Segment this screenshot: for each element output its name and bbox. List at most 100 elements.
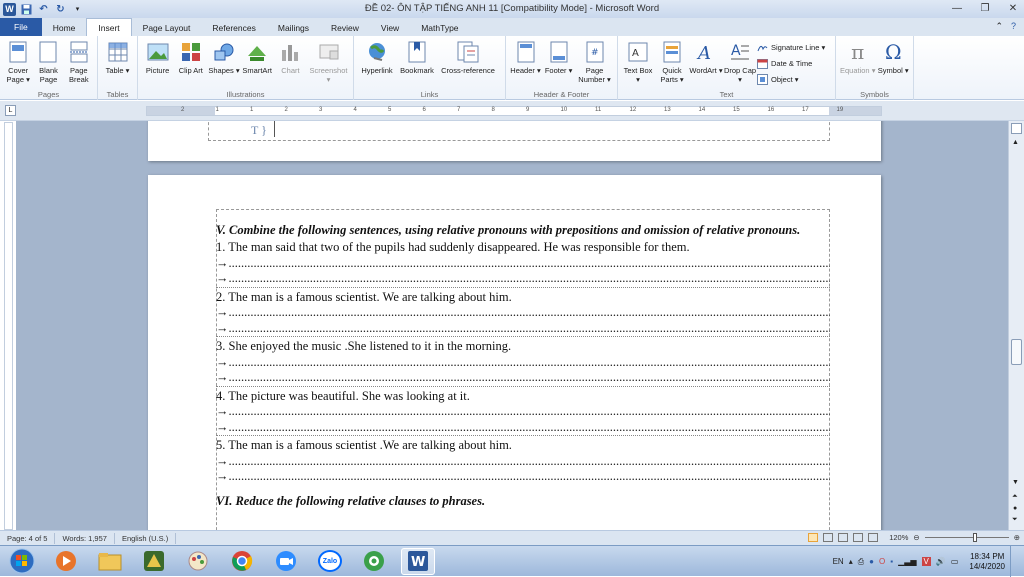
answer-line[interactable]: →.......................................… [216,370,830,386]
scroll-thumb[interactable] [1011,339,1022,365]
game-app-icon[interactable] [137,548,171,575]
coccoc-browser-icon[interactable] [357,548,391,575]
redo-icon[interactable]: ↻ [54,3,67,16]
scroll-down-icon[interactable]: ▼ [1012,479,1019,486]
network-icon[interactable]: ▁▃▅ [898,557,916,566]
answer-line[interactable]: →.......................................… [216,271,830,287]
input-language[interactable]: EN [833,557,844,566]
group-links: Hyperlink Bookmark Cross-reference Links [354,36,506,100]
help-icon[interactable]: ? [1011,21,1016,32]
answer-line[interactable]: →.......................................… [216,454,830,470]
question-text: 2. The man is a famous scientist. We are… [216,289,512,304]
object-button[interactable]: Object ▾ [757,73,825,86]
show-desktop-button[interactable] [1010,546,1018,577]
page-count[interactable]: Page: 4 of 5 [0,532,56,544]
current-page[interactable]: V. Combine the following sentences, usin… [148,175,881,530]
answer-line[interactable]: →.......................................… [216,469,830,485]
word-logo-icon[interactable]: W [3,2,16,16]
zoom-slider[interactable] [924,533,1009,542]
tray-app-icon[interactable]: ▪ [890,557,893,566]
paint-app-icon[interactable] [181,548,215,575]
zoom-out-icon[interactable]: ⊖ [913,533,919,542]
tab-home[interactable]: Home [42,20,87,36]
answer-line[interactable]: →.......................................… [216,355,830,371]
zalo-icon[interactable]: Zalo [313,548,347,575]
picture-icon [147,40,169,64]
clip-art-icon [180,40,202,64]
answer-line[interactable]: →.......................................… [216,256,830,272]
answer-line[interactable]: →.......................................… [216,305,830,321]
tab-references[interactable]: References [201,20,266,36]
previous-page[interactable]: T } [148,121,881,161]
tab-mathtype[interactable]: MathType [410,20,469,36]
hyperlink-icon [366,40,388,64]
zoom-slider-thumb[interactable] [972,533,977,542]
answer-line[interactable]: →.......................................… [216,404,830,420]
horizontal-ruler[interactable]: 2 1 1 2 3 4 5 6 7 8 9 10 11 12 13 14 15 16 17 19 [146,106,882,116]
opera-icon[interactable]: O [879,557,885,566]
vietkey-icon[interactable]: V [921,557,931,566]
web-layout-icon[interactable] [838,533,849,542]
minimize-icon[interactable]: — [950,1,964,15]
save-icon[interactable] [20,3,33,16]
battery-icon[interactable]: ▭ [951,557,959,566]
zoom-in-icon[interactable]: ⊕ [1014,533,1020,542]
tab-review[interactable]: Review [320,20,370,36]
collapse-ribbon-icon[interactable]: ⌃ [995,21,1003,32]
undo-icon[interactable]: ↶ [37,3,50,16]
volume-icon[interactable]: 🔊 [936,557,946,566]
tray-arrow-icon[interactable]: ▴ [849,557,853,566]
document-area[interactable]: T } V. Combine the following sentences, … [16,121,1008,530]
vertical-ruler[interactable] [4,122,13,530]
tab-file[interactable]: File [0,18,42,36]
full-screen-reading-icon[interactable] [823,533,834,542]
next-page-icon[interactable]: ⏷ [1012,516,1018,524]
answer-line[interactable]: →.......................................… [216,420,830,436]
drop-cap-icon: A [729,40,751,64]
previous-page-icon[interactable]: ⏶ [1012,493,1018,501]
word-taskbar-icon[interactable]: W [401,547,435,575]
signature-line-button[interactable]: Signature Line ▾ [757,41,825,54]
language[interactable]: English (U.S.) [115,532,177,544]
restore-icon[interactable]: ❐ [978,1,992,15]
word-count[interactable]: Words: 1,957 [55,532,115,544]
arrow-icon: → [216,354,229,369]
zoom-level[interactable]: 120% [889,533,908,542]
ruler-number: 5 [388,107,392,113]
vertical-scrollbar[interactable]: ▲ ▼ ⏶ ● ⏷ [1008,121,1024,530]
quick-parts-icon [661,40,683,64]
date-time-button[interactable]: Date & Time [757,57,825,70]
answer-line[interactable]: →.......................................… [216,321,830,337]
group-label-illustrations: Illustrations [226,90,265,99]
customize-qat-icon[interactable]: ▾ [71,3,84,16]
group-label-links: Links [420,90,439,99]
tab-view[interactable]: View [370,20,410,36]
taskbar: Zalo W EN ▴ ⎙ ● O ▪ ▁▃▅ V 🔊 ▭ 18:34 PM 1… [0,545,1024,577]
quick-access-toolbar: W ↶ ↻ ▾ [0,0,84,18]
tab-insert[interactable]: Insert [86,18,132,36]
question-text: 1. The man said that two of the pupils h… [216,240,690,254]
clock[interactable]: 18:34 PM 14/4/2020 [969,552,1005,572]
ruler-toggle-icon[interactable] [1011,123,1022,134]
tab-mailings[interactable]: Mailings [267,20,320,36]
printer-icon[interactable]: ⎙ [858,557,864,567]
zoom-app-icon[interactable] [269,548,303,575]
print-layout-icon[interactable] [808,533,819,542]
close-icon[interactable]: ✕ [1006,1,1020,15]
outline-icon[interactable] [853,533,864,542]
page-content[interactable]: V. Combine the following sentences, usin… [216,223,830,509]
media-player-icon[interactable] [49,548,83,575]
arrow-icon: → [216,271,229,285]
ruler-number: 1 [215,107,219,113]
select-browse-object-icon[interactable]: ● [1013,505,1017,512]
tab-selector[interactable]: L [5,105,16,116]
svg-text:A: A [632,48,639,59]
tab-page-layout[interactable]: Page Layout [132,20,202,36]
question-block: 2. The man is a famous scientist. We are… [216,286,830,337]
file-explorer-icon[interactable] [93,548,127,575]
chat-icon[interactable]: ● [869,557,874,566]
start-button[interactable] [5,548,39,575]
scroll-up-icon[interactable]: ▲ [1012,139,1019,146]
draft-icon[interactable] [868,533,879,542]
chrome-icon[interactable] [225,548,259,575]
